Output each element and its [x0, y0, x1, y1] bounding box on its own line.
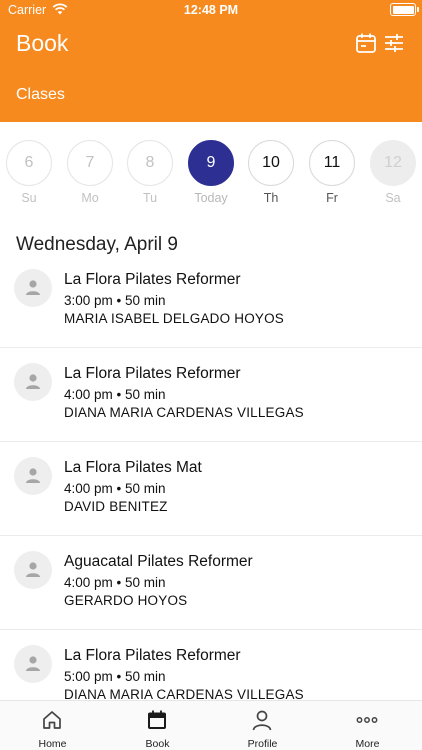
calendar-icon[interactable] [355, 32, 377, 54]
day-label: Fr [326, 191, 338, 205]
day-selector: 6 Su 7 Mo 8 Tu 9 Today 10 Th 11 Fr 12 Sa [0, 140, 422, 210]
class-instructor: GERARDO HOYOS [64, 593, 188, 608]
class-title: La Flora Pilates Mat [64, 459, 202, 476]
class-item[interactable]: La Flora Pilates Reformer 3:00 pm • 50 m… [0, 254, 422, 348]
tab-label: Home [38, 738, 67, 750]
tab-book[interactable]: Book [105, 701, 210, 750]
day-label: Su [21, 191, 37, 205]
person-icon [26, 562, 40, 577]
tab-profile[interactable]: Profile [210, 701, 315, 750]
day-monday[interactable]: 7 Mo [66, 140, 114, 205]
day-number: 12 [370, 140, 416, 186]
avatar [14, 457, 52, 495]
avatar [14, 645, 52, 683]
calendar-icon [148, 710, 166, 729]
tab-label: More [355, 738, 380, 750]
tab-label: Book [145, 738, 170, 750]
day-number: 6 [6, 140, 52, 186]
class-time: 5:00 pm • 50 min [64, 669, 166, 684]
day-number: 11 [309, 140, 355, 186]
day-label: Th [263, 191, 279, 205]
avatar [14, 363, 52, 401]
day-number: 8 [127, 140, 173, 186]
tab-home[interactable]: Home [0, 701, 105, 750]
day-label: Sa [385, 191, 401, 205]
app-header: Carrier 12:48 PM Book Clases [0, 0, 422, 122]
class-instructor: MARIA ISABEL DELGADO HOYOS [64, 311, 285, 326]
tab-more[interactable]: More [315, 701, 420, 750]
filter-sliders-icon[interactable] [383, 32, 405, 54]
person-icon [26, 280, 40, 295]
class-item[interactable]: La Flora Pilates Reformer 4:00 pm • 50 m… [0, 348, 422, 442]
day-saturday: 12 Sa [369, 140, 417, 205]
class-item[interactable]: La Flora Pilates Mat 4:00 pm • 50 min DA… [0, 442, 422, 536]
more-dots-icon [356, 717, 378, 723]
class-list: La Flora Pilates Reformer 3:00 pm • 50 m… [0, 254, 422, 700]
person-icon [26, 656, 40, 671]
battery-icon [390, 3, 419, 16]
day-label: Mo [81, 191, 99, 205]
page-title: Book [16, 30, 69, 56]
class-time: 4:00 pm • 50 min [64, 387, 166, 402]
section-subtitle: Clases [16, 86, 65, 103]
class-time: 4:00 pm • 50 min [64, 481, 166, 496]
avatar [14, 551, 52, 589]
class-title: La Flora Pilates Reformer [64, 647, 241, 664]
home-icon [43, 711, 61, 729]
class-time: 4:00 pm • 50 min [64, 575, 166, 590]
day-label: Today [194, 191, 228, 205]
day-thursday[interactable]: 10 Th [247, 140, 295, 205]
class-instructor: DIANA MARIA CARDENAS VILLEGAS [64, 405, 304, 420]
date-heading: Wednesday, April 9 [16, 234, 178, 255]
tab-label: Profile [247, 738, 278, 750]
day-number: 10 [248, 140, 294, 186]
class-item[interactable]: La Flora Pilates Reformer 5:00 pm • 50 m… [0, 630, 422, 700]
class-title: La Flora Pilates Reformer [64, 365, 241, 382]
class-title: La Flora Pilates Reformer [64, 271, 241, 288]
person-icon [26, 374, 40, 389]
day-tuesday[interactable]: 8 Tu [126, 140, 174, 205]
status-time: 12:48 PM [183, 3, 239, 17]
class-title: Aguacatal Pilates Reformer [64, 553, 253, 570]
day-label: Tu [142, 191, 158, 205]
tab-bar: Home Book Profile More [0, 700, 422, 750]
day-friday[interactable]: 11 Fr [308, 140, 356, 205]
class-instructor: DAVID BENITEZ [64, 499, 168, 514]
day-sunday[interactable]: 6 Su [5, 140, 53, 205]
person-icon [26, 468, 40, 483]
status-bar: Carrier 12:48 PM [0, 0, 422, 20]
day-today[interactable]: 9 Today [187, 140, 235, 205]
class-instructor: DIANA MARIA CARDENAS VILLEGAS [64, 687, 304, 700]
day-number: 9 [188, 140, 234, 186]
day-number: 7 [67, 140, 113, 186]
profile-icon [252, 710, 272, 731]
class-time: 3:00 pm • 50 min [64, 293, 166, 308]
class-item[interactable]: Aguacatal Pilates Reformer 4:00 pm • 50 … [0, 536, 422, 630]
avatar [14, 269, 52, 307]
